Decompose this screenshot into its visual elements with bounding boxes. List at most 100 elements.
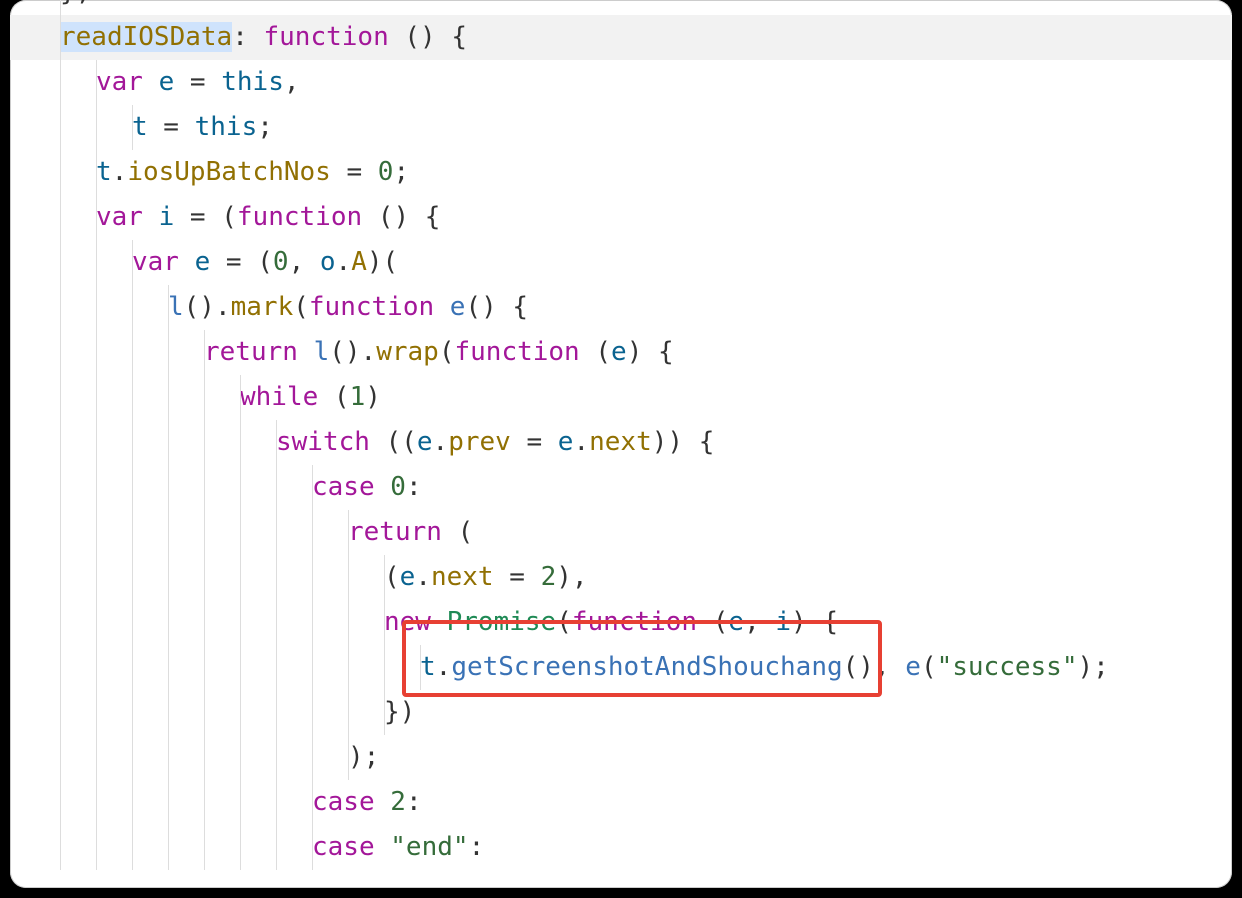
code-token[interactable]: ), — [556, 562, 587, 592]
code-line[interactable]: return ( — [10, 510, 1232, 555]
code-token[interactable]: . — [336, 247, 352, 277]
code-token[interactable]: readIOSData — [60, 22, 232, 52]
code-token[interactable]: 1 — [350, 382, 366, 412]
code-token[interactable]: e — [400, 562, 416, 592]
code-token[interactable]: function — [572, 607, 697, 637]
code-token[interactable]: )) { — [652, 427, 715, 457]
code-token[interactable]: while — [240, 382, 318, 412]
code-token[interactable]: ( — [384, 562, 400, 592]
code-line[interactable]: }, — [10, 0, 1232, 15]
code-line[interactable]: var i = (function () { — [10, 195, 1232, 240]
code-token[interactable]: e — [417, 427, 433, 457]
code-token[interactable]: var — [96, 202, 143, 232]
code-token[interactable]: t — [420, 652, 436, 682]
code-line[interactable]: t.iosUpBatchNos = 0; — [10, 150, 1232, 195]
code-token[interactable]: = — [494, 562, 541, 592]
code-token[interactable]: e — [558, 427, 574, 457]
code-token[interactable]: var — [96, 67, 143, 97]
code-token[interactable]: }, — [60, 0, 91, 7]
code-token[interactable]: new — [384, 607, 431, 637]
code-token[interactable]: ( — [921, 652, 937, 682]
code-token[interactable]: (( — [370, 427, 417, 457]
code-token[interactable]: . — [415, 562, 431, 592]
code-token[interactable]: e — [159, 67, 175, 97]
code-token[interactable]: function — [309, 292, 434, 322]
code-token[interactable]: e — [905, 652, 921, 682]
code-token[interactable]: ( — [580, 337, 611, 367]
code-token[interactable]: (). — [329, 337, 376, 367]
code-token[interactable]: t — [132, 112, 148, 142]
code-line[interactable]: while (1) — [10, 375, 1232, 420]
code-token[interactable] — [298, 337, 314, 367]
code-token[interactable]: . — [433, 427, 449, 457]
code-line[interactable]: t = this; — [10, 105, 1232, 150]
code-line[interactable]: var e = (0, o.A)( — [10, 240, 1232, 285]
code-token[interactable]: = — [174, 67, 221, 97]
code-line[interactable]: case 2: — [10, 780, 1232, 825]
code-token[interactable]: case — [312, 787, 375, 817]
code-line[interactable]: var e = this, — [10, 60, 1232, 105]
code-token[interactable]: case — [312, 832, 375, 862]
code-token[interactable]: A — [351, 247, 367, 277]
code-token[interactable]: Promise — [447, 607, 557, 637]
code-token[interactable]: , — [289, 247, 320, 277]
code-line[interactable]: case "end": — [10, 825, 1232, 870]
code-token[interactable]: e — [195, 247, 211, 277]
code-token[interactable]: ) { — [791, 607, 838, 637]
code-token[interactable]: ); — [1077, 652, 1108, 682]
code-token[interactable]: next — [589, 427, 652, 457]
code-token[interactable]: : — [406, 787, 422, 817]
code-token[interactable]: l — [168, 292, 184, 322]
code-token[interactable]: o — [320, 247, 336, 277]
code-token[interactable]: prev — [448, 427, 511, 457]
code-token[interactable]: , — [744, 607, 775, 637]
code-token[interactable]: e — [450, 292, 466, 322]
code-token[interactable]: e — [611, 337, 627, 367]
code-token[interactable]: 2 — [541, 562, 557, 592]
code-token[interactable]: ( — [556, 607, 572, 637]
code-line[interactable]: l().mark(function e() { — [10, 285, 1232, 330]
code-token[interactable]: (). — [184, 292, 231, 322]
code-line[interactable]: }) — [10, 690, 1232, 735]
code-area[interactable]: },readIOSData: function () {var e = this… — [10, 0, 1232, 870]
code-token[interactable]: )( — [367, 247, 398, 277]
code-token[interactable]: ; — [257, 112, 273, 142]
code-token[interactable]: , — [284, 67, 300, 97]
code-token[interactable]: () — [843, 652, 874, 682]
code-token[interactable]: ; — [393, 157, 409, 187]
code-token[interactable]: ( — [318, 382, 349, 412]
code-token[interactable]: ( — [697, 607, 728, 637]
code-token[interactable]: function — [237, 202, 362, 232]
code-token[interactable]: this — [221, 67, 284, 97]
code-token[interactable]: next — [431, 562, 494, 592]
code-token[interactable]: getScreenshotAndShouchang — [451, 652, 842, 682]
code-line[interactable]: (e.next = 2), — [10, 555, 1232, 600]
code-token[interactable]: iosUpBatchNos — [127, 157, 331, 187]
code-token[interactable]: () { — [465, 292, 528, 322]
code-token[interactable]: : — [469, 832, 485, 862]
code-token[interactable]: : — [406, 472, 422, 502]
code-token[interactable] — [375, 472, 391, 502]
code-token[interactable]: () { — [362, 202, 440, 232]
code-token[interactable]: }) — [384, 697, 415, 727]
code-token[interactable] — [375, 787, 391, 817]
code-token[interactable]: = ( — [174, 202, 237, 232]
code-token[interactable]: : — [232, 22, 263, 52]
code-token[interactable]: ) — [365, 382, 381, 412]
code-token[interactable]: function — [454, 337, 579, 367]
code-token[interactable]: this — [195, 112, 258, 142]
code-token[interactable]: , — [874, 652, 905, 682]
code-token[interactable] — [143, 67, 159, 97]
code-token[interactable]: e — [728, 607, 744, 637]
code-token[interactable]: wrap — [376, 337, 439, 367]
code-token[interactable]: ); — [348, 742, 379, 772]
code-line[interactable]: return l().wrap(function (e) { — [10, 330, 1232, 375]
code-token[interactable]: 2 — [390, 787, 406, 817]
code-token[interactable]: 0 — [273, 247, 289, 277]
code-token[interactable]: = — [511, 427, 558, 457]
code-token[interactable]: function — [264, 22, 389, 52]
code-token[interactable]: ( — [293, 292, 309, 322]
code-token[interactable]: mark — [231, 292, 294, 322]
code-token[interactable]: . — [573, 427, 589, 457]
code-line[interactable]: new Promise(function (e, i) { — [10, 600, 1232, 645]
